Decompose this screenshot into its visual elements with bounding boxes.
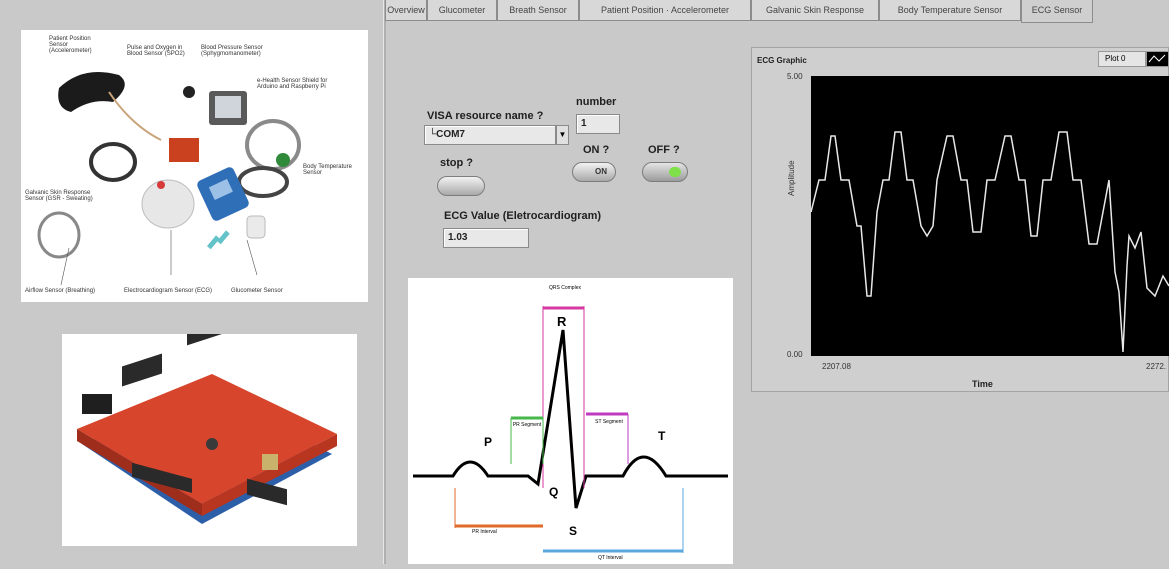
p-wave-label: P (484, 435, 493, 449)
tab-bar: Overview Glucometer Breath Sensor Patien… (385, 0, 1169, 24)
sensor-label-blood-pressure: Blood Pressure Sensor (Sphygmomanometer) (201, 45, 263, 57)
qt-interval-label: QT Interval (598, 555, 623, 561)
visa-label: VISA resource name ? (427, 110, 544, 122)
number-label: number (576, 96, 617, 108)
on-switch[interactable]: ON (572, 162, 616, 182)
t-wave-label: T (658, 429, 666, 443)
shield-board-image (62, 303, 357, 546)
sensor-label-temperature: Body Temperature Sensor (303, 164, 352, 176)
stop-label: stop ? (440, 157, 473, 169)
tab-galvanic-skin-response[interactable]: Galvanic Skin Response (751, 0, 879, 21)
sensor-label-airflow: Airflow Sensor (Breathing) (25, 288, 96, 294)
y-axis-label: Amplitude (787, 160, 796, 196)
off-label: OFF ? (648, 144, 680, 156)
qrs-complex-label: QRS Complex (549, 285, 581, 291)
y-max-label: 5.00 (787, 72, 803, 81)
tab-overview[interactable]: Overview (385, 0, 427, 21)
sensor-label-spo2: Pulse and Oxygen in Blood Sensor (SPO2) (127, 45, 185, 57)
plot-legend-item[interactable]: Plot 0 (1098, 51, 1146, 67)
off-switch[interactable] (642, 162, 688, 182)
ecg-graph-title: ECG Graphic (757, 56, 807, 65)
sensor-label-glucometer: Glucometer Sensor (231, 288, 283, 294)
x-axis-label: Time (972, 379, 993, 389)
visa-value: COM7 (436, 129, 465, 140)
number-field[interactable]: 1 (576, 114, 620, 134)
sensor-kit-image: Pulse and Oxygen in Blood Sensor (SPO2) … (21, 30, 368, 302)
pr-interval-label: PR Interval (472, 529, 497, 535)
q-wave-label: Q (549, 485, 559, 499)
tab-breath-sensor[interactable]: Breath Sensor (497, 0, 579, 21)
tab-glucometer[interactable]: Glucometer (427, 0, 497, 21)
stop-button[interactable] (437, 176, 485, 196)
ecg-plot-area[interactable] (810, 76, 1169, 356)
tab-ecg-sensor[interactable]: ECG Sensor (1021, 0, 1093, 23)
st-segment-label: ST Segment (595, 419, 623, 425)
s-wave-label: S (569, 524, 578, 538)
visa-resource-field[interactable]: └COM7 (424, 125, 556, 145)
chevron-down-icon: ▼ (558, 130, 567, 139)
x-end-label: 2272. (1146, 362, 1167, 371)
plot-legend-swatch[interactable] (1146, 51, 1169, 67)
sensor-label-gsr: Galvanic Skin Response Sensor (GSR - Swe… (25, 190, 93, 202)
y-min-label: 0.00 (787, 350, 803, 359)
ecg-trace (810, 131, 1169, 353)
ecg-value-field: 1.03 (443, 228, 529, 248)
x-start-label: 2207.08 (822, 362, 851, 371)
led-indicator (669, 167, 681, 177)
pr-segment-label: PR Segment (512, 422, 542, 428)
tab-body-temperature[interactable]: Body Temperature Sensor (879, 0, 1021, 21)
tab-patient-position[interactable]: Patient Position · Accelerometer (579, 0, 751, 21)
sensor-label-position: Patient Position Sensor (Accelerometer) (49, 36, 92, 54)
r-wave-label: R (557, 314, 567, 329)
sensor-label-ecg: Electrocardiogram Sensor (ECG) (124, 288, 213, 294)
sensor-label-shield: e-Health Sensor Shield for Arduino and R… (257, 78, 328, 90)
ecg-value-label: ECG Value (Eletrocardiogram) (444, 210, 602, 222)
ecg-wave-diagram: QRS Complex R P T Q S PR Segment ST Segm… (408, 278, 733, 564)
on-label: ON ? (583, 144, 610, 156)
panel-divider (383, 0, 386, 564)
visa-dropdown-button[interactable]: ▼ (556, 125, 569, 145)
